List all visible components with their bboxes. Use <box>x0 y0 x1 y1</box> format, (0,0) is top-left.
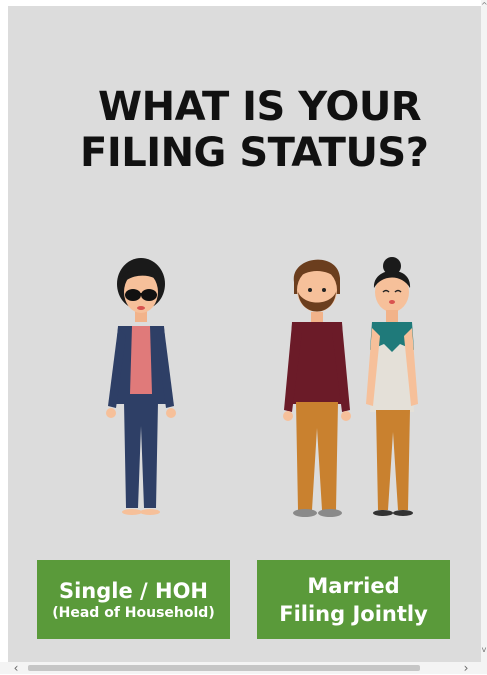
head-of-household-sublabel: (Head of Household) <box>52 604 215 621</box>
scroll-left-icon[interactable]: ‹ <box>10 662 22 674</box>
vertical-scrollbar[interactable]: ^ v <box>481 0 487 662</box>
horizontal-scroll-thumb[interactable] <box>28 665 420 671</box>
married-filing-jointly-button[interactable]: Married Filing Jointly <box>257 560 450 639</box>
single-hoh-label: Single / HOH <box>58 578 209 603</box>
single-person-illustration <box>106 258 176 515</box>
single-hoh-button[interactable]: Single / HOH (Head of Household) <box>37 560 230 639</box>
page-title: WHAT IS YOUR FILING STATUS? <box>80 84 470 176</box>
filing-jointly-label: Filing Jointly <box>279 601 428 626</box>
horizontal-scrollbar[interactable]: ‹ › <box>0 662 487 674</box>
couple-illustration <box>283 257 418 517</box>
title-line-1: WHAT IS YOUR <box>98 84 422 130</box>
married-label: Married <box>307 573 400 598</box>
title-line-2: FILING STATUS? <box>80 130 429 176</box>
scroll-down-icon[interactable]: v <box>481 646 487 654</box>
scroll-up-icon[interactable]: ^ <box>481 2 487 10</box>
scroll-right-icon[interactable]: › <box>460 662 472 674</box>
